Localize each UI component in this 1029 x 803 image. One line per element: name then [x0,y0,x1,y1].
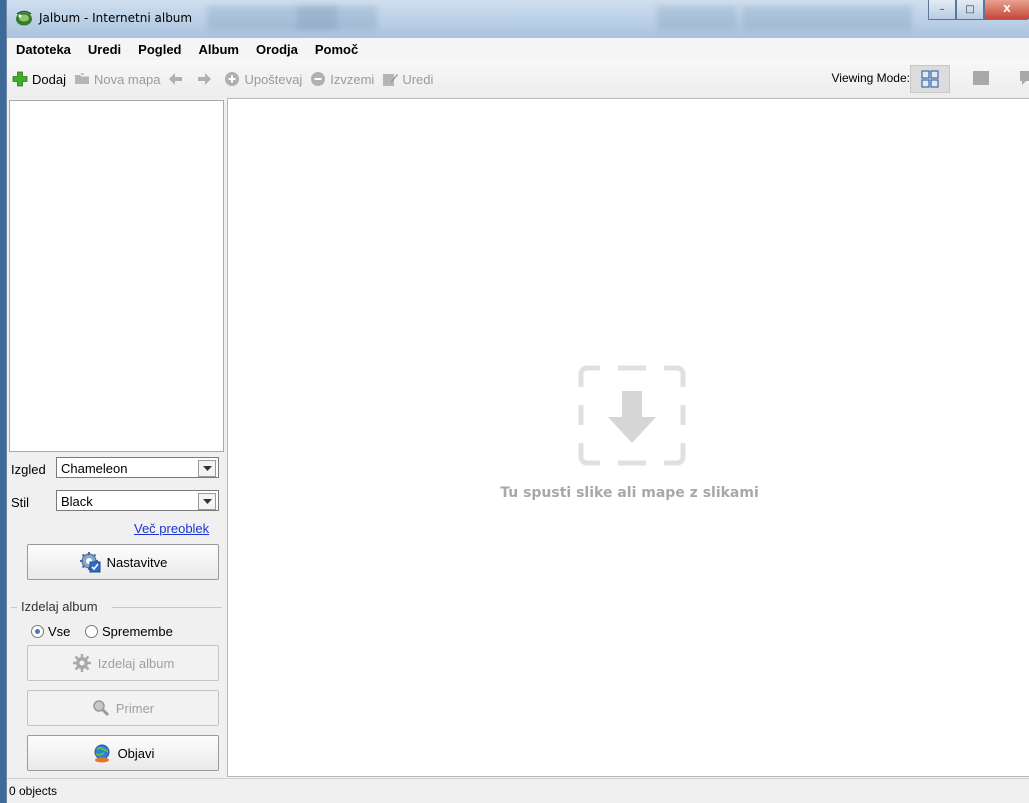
exclude-label: Izvzemi [330,71,375,87]
settings-gear-icon [79,551,101,573]
exclude-button[interactable]: Izvzemi [310,71,374,87]
menu-help[interactable]: Pomoč [306,42,366,57]
skin-select[interactable]: Chameleon [56,457,219,478]
radio-changes[interactable]: Spremembe [85,624,173,639]
menu-file[interactable]: Datoteka [7,42,79,57]
style-value: Black [61,494,93,509]
include-button[interactable]: Upoštevaj [224,71,302,87]
publish-globe-icon [92,743,112,763]
radio-unselected-icon [85,625,98,638]
gear-icon [72,653,92,673]
maximize-button[interactable]: □ [956,0,984,20]
view-mode-comment-button[interactable] [1008,65,1029,91]
skin-value: Chameleon [61,461,128,476]
exclude-icon [310,71,326,87]
style-label: Stil [11,495,30,510]
publish-label: Objavi [117,745,155,761]
grid-view-icon [921,70,939,88]
skin-label: Izgled [11,462,46,477]
preview-label: Primer [115,700,155,716]
edit-icon [382,71,399,87]
chevron-down-icon [198,460,216,477]
toolbar: Dodaj Nova mapa Upoštevaj Izvzemi Uredi … [7,60,1029,99]
add-button[interactable]: Dodaj [12,71,66,87]
view-mode-grid-button[interactable] [910,65,950,93]
settings-label: Nastavitve [106,554,168,570]
drop-download-icon [578,365,686,466]
more-skins-link[interactable]: Več preoblek [134,521,209,536]
viewing-mode-label: Viewing Mode: [831,71,911,85]
window-controls: – □ X [928,0,1029,20]
menu-bar: Datoteka Uredi Pogled Album Orodja Pomoč [7,38,1029,60]
include-icon [224,71,240,87]
album-content-area[interactable]: Tu spusti slike ali mape z slikami [227,98,1029,777]
left-panel: Izgled Chameleon Stil Black Več preoblek [7,98,227,778]
new-folder-label: Nova mapa [93,71,161,87]
make-album-label: Izdelaj album [97,655,175,671]
drop-hint-text: Tu spusti slike ali mape z slikami [500,485,759,501]
add-label: Dodaj [32,71,66,87]
jalbum-logo-icon [16,10,32,26]
arrow-right-icon [196,71,212,87]
group-line-left [11,607,17,608]
chevron-down-icon [198,493,216,510]
settings-button[interactable]: Nastavitve [27,544,219,580]
window-title: Jalbum - Internetni album [39,11,193,25]
app-window: Jalbum - Internetni album – □ X Datoteka… [6,0,1029,803]
folder-tree[interactable] [9,100,224,452]
plus-icon [12,71,28,87]
view-mode-list-button[interactable] [962,65,1000,91]
publish-button[interactable]: Objavi [27,735,219,771]
status-bar: 0 objects [7,778,1029,803]
arrow-left-icon [168,71,184,87]
radio-all[interactable]: Vse [31,624,70,639]
include-label: Upoštevaj [244,71,303,87]
move-left-button[interactable] [168,71,188,87]
move-right-button[interactable] [196,71,216,87]
new-folder-button[interactable]: Nova mapa [74,71,160,87]
make-album-group-label: Izdelaj album [21,599,98,614]
close-button[interactable]: X [984,0,1029,20]
magnifier-icon [92,699,110,717]
comment-view-icon [1020,71,1029,85]
menu-edit[interactable]: Uredi [79,42,129,57]
status-text: 0 objects [9,784,58,798]
make-album-button[interactable]: Izdelaj album [27,645,219,681]
menu-view[interactable]: Pogled [129,42,189,57]
minimize-button[interactable]: – [928,0,956,20]
preview-button[interactable]: Primer [27,690,219,726]
menu-tools[interactable]: Orodja [247,42,306,57]
edit-button[interactable]: Uredi [382,71,433,87]
edit-label: Uredi [402,71,434,87]
radio-all-label: Vse [48,624,71,639]
radio-selected-icon [31,625,44,638]
style-select[interactable]: Black [56,490,219,511]
title-bar: Jalbum - Internetni album – □ X [7,0,1029,38]
radio-changes-label: Spremembe [102,624,173,639]
menu-album[interactable]: Album [190,42,247,57]
group-line-right [112,607,222,608]
folder-icon [74,71,90,87]
list-view-icon [973,71,989,85]
